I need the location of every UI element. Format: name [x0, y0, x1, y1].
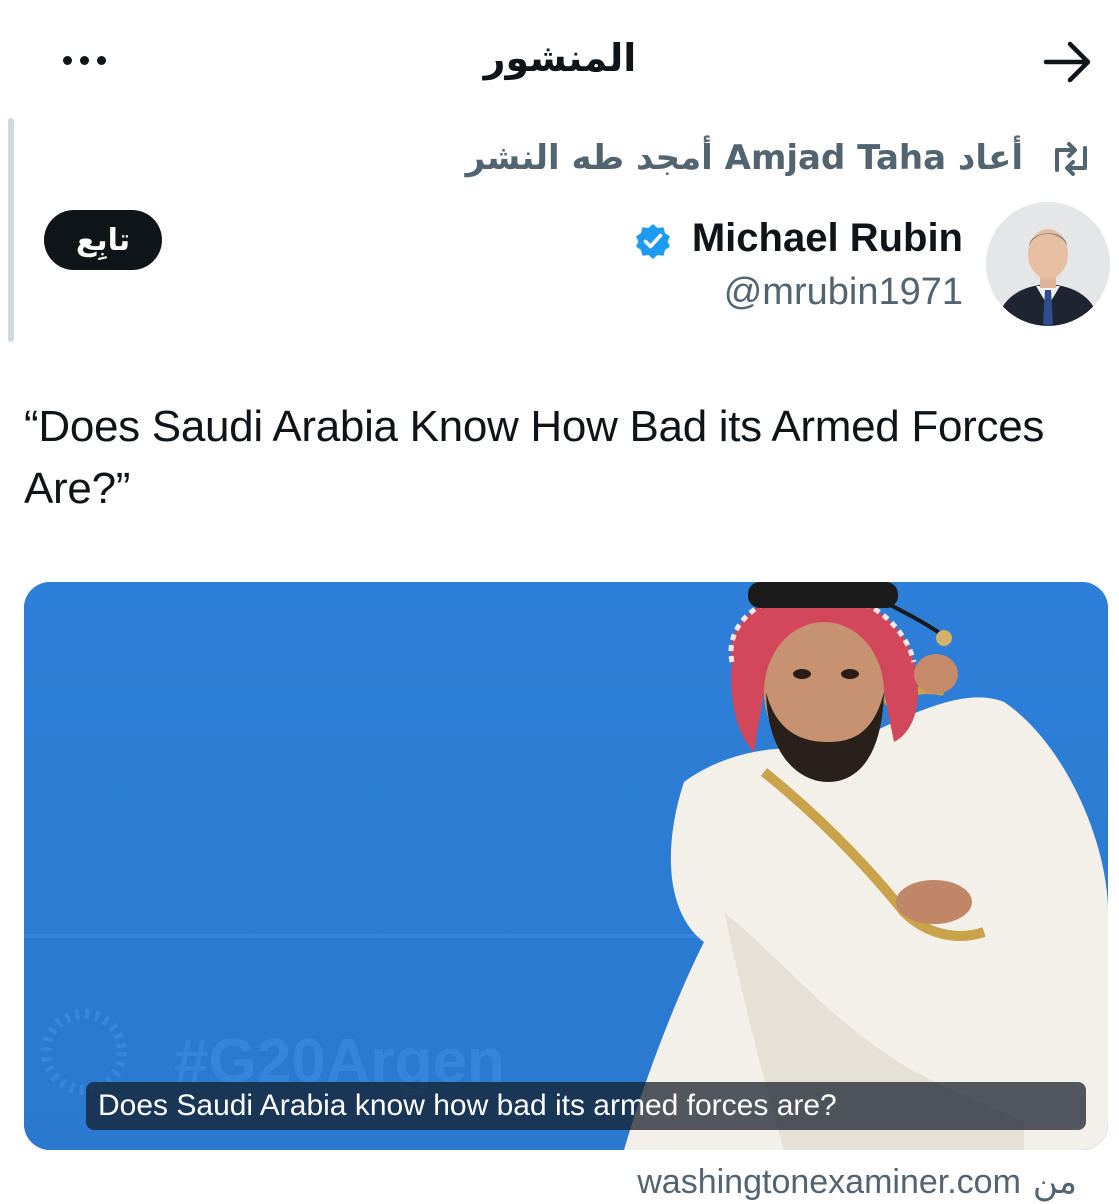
- tweet-text: “Does Saudi Arabia Know How Bad its Arme…: [24, 402, 1045, 513]
- back-button[interactable]: [1036, 36, 1100, 88]
- source-domain: washingtonexaminer.com: [637, 1162, 1021, 1201]
- follow-button[interactable]: تابِع: [44, 210, 162, 270]
- author-handle[interactable]: @mrubin1971: [724, 266, 963, 318]
- arrow-right-icon: [1043, 41, 1091, 83]
- link-card[interactable]: #G20Argen Does Saudi Arabia know how bad…: [24, 582, 1108, 1150]
- card-image: #G20Argen: [24, 582, 1108, 1150]
- link-source[interactable]: من washingtonexaminer.com: [637, 1160, 1077, 1204]
- retweet-context[interactable]: أعاد Amjad Taha أمجد طه النشر: [465, 136, 1087, 180]
- top-bar: المنشور: [0, 0, 1119, 118]
- more-icon-dot: [79, 55, 89, 65]
- author-name[interactable]: Michael Rubin: [692, 210, 963, 266]
- source-from-label: من: [1032, 1162, 1077, 1202]
- retweet-label: أعاد Amjad Taha أمجد طه النشر: [465, 138, 1023, 178]
- avatar-image: [986, 202, 1110, 326]
- more-icon-dot: [96, 55, 106, 65]
- retweet-icon: [1055, 142, 1087, 176]
- page-title: المنشور: [483, 36, 637, 80]
- thread-line: [8, 118, 14, 342]
- avatar[interactable]: [986, 202, 1110, 326]
- card-caption: Does Saudi Arabia know how bad its armed…: [86, 1082, 1086, 1130]
- verified-badge-icon: [636, 224, 670, 259]
- more-options-button[interactable]: [52, 40, 116, 80]
- more-icon-dot: [62, 55, 72, 65]
